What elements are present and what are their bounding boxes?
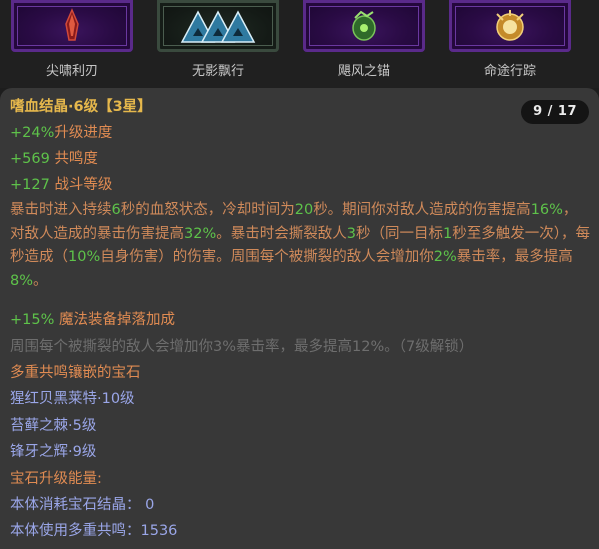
stat-value: +127 <box>10 177 50 193</box>
desc-seg: 。 <box>33 272 48 289</box>
green-anchor-icon[interactable] <box>303 0 425 52</box>
desc-highlight: 6 <box>111 202 121 218</box>
stat-value: +24% <box>10 125 55 141</box>
page-indicator: 9 / 17 <box>521 100 589 124</box>
resonance-value: 1536 <box>140 523 178 539</box>
stat-label: 战斗等级 <box>54 177 113 193</box>
resonance-line: 本体使用多重共鸣：1536 <box>10 519 177 540</box>
stat-line-2: +569 共鸣度 <box>10 147 98 168</box>
consume-value: 0 <box>145 497 155 513</box>
gem-item: 锋牙之辉·9级 <box>10 444 97 460</box>
resonance-label: 本体使用多重共鸣： <box>10 523 141 539</box>
skill-label: 命途行踪 <box>483 64 536 79</box>
desc-highlight: 32% <box>184 225 217 242</box>
desc-seg: 自身伤害）的伤害。周围每个被撕裂的敌人会增加你 <box>100 249 434 265</box>
upgrade-energy-label: 宝石升级能量: <box>10 471 102 487</box>
bonus-label: 魔法装备掉落加成 <box>59 312 175 328</box>
skill-bar: 尖啸利刃 无影飘行 飓风之锚 命途行踪 <box>0 0 599 88</box>
blue-triangles-icon[interactable] <box>157 0 279 52</box>
item-title: 嗜血结晶·6级【3星】 <box>10 99 152 115</box>
desc-seg: 秒（同一目标 <box>355 225 443 242</box>
bonus-value: +15% <box>10 312 55 328</box>
skill-slot-1[interactable]: 尖啸利刃 <box>11 0 133 88</box>
desc-highlight: 2% <box>433 249 457 265</box>
desc-highlight: 10% <box>68 249 101 265</box>
desc-highlight: 20 <box>294 202 314 218</box>
stat-label: 共鸣度 <box>54 151 98 167</box>
stat-value: +569 <box>10 151 50 167</box>
bonus-line: +15% 魔法装备掉落加成 <box>10 308 175 329</box>
desc-highlight: 16% <box>530 202 563 218</box>
item-description: 暴击时进入持续6秒的血怒状态，冷却时间为20秒。期间你对敌人造成的伤害提高16%… <box>10 199 590 293</box>
desc-highlight: 8% <box>10 272 34 289</box>
skill-label: 尖啸利刃 <box>45 64 98 79</box>
desc-seg: 秒的血怒状态，冷却时间为 <box>120 202 295 218</box>
skill-label: 飓风之锚 <box>337 64 390 79</box>
desc-highlight: 3 <box>346 225 356 242</box>
locked-effect: 周围每个被撕裂的敌人会增加你3%暴击率，最多提高12%。（7级解锁） <box>10 339 474 355</box>
desc-seg: 。暴击时会撕裂敌人 <box>216 225 347 242</box>
skill-slot-3[interactable]: 飓风之锚 <box>303 0 425 88</box>
stat-line-1: +24%升级进度 <box>10 121 112 142</box>
golden-orb-icon[interactable] <box>449 0 571 52</box>
desc-seg: 暴击率，最多提高 <box>456 249 573 265</box>
stat-line-3: +127 战斗等级 <box>10 173 112 194</box>
consume-label: 本体消耗宝石结晶： <box>10 497 141 513</box>
gem-item: 猩红贝黑莱特·10级 <box>10 391 135 407</box>
skill-slot-2[interactable]: 无影飘行 <box>157 0 279 88</box>
skill-label: 无影飘行 <box>191 64 244 79</box>
skill-slot-4[interactable]: 命途行踪 <box>449 0 571 88</box>
gem-item: 苔藓之棘·5级 <box>10 418 97 434</box>
desc-seg: 暴击时进入持续 <box>10 202 112 218</box>
consume-line: 本体消耗宝石结晶： 0 <box>10 493 154 514</box>
stat-label: 升级进度 <box>54 125 113 141</box>
socket-header: 多重共鸣镶嵌的宝石 <box>10 365 141 381</box>
crimson-blade-icon[interactable] <box>11 0 133 52</box>
desc-highlight: 1 <box>442 225 453 242</box>
desc-seg: 秒。期间你对敌人造成的伤害提高 <box>313 202 531 218</box>
